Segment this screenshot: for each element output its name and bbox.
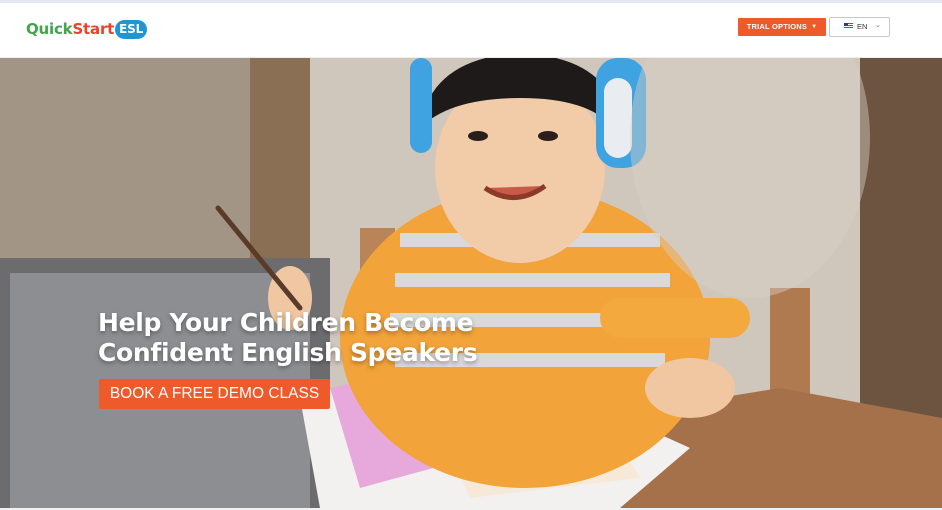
hero-banner: Help Your Children Become Confident Engl… xyxy=(0,58,942,508)
language-selector[interactable]: EN ⌄ xyxy=(829,17,890,37)
logo-start-text: Start xyxy=(72,20,115,38)
quickstart-esl-logo[interactable]: QuickStart ESL xyxy=(26,16,148,42)
logo-esl-badge: ESL xyxy=(115,20,148,39)
hero-photo-child-with-headphones xyxy=(0,58,942,508)
site-header: QuickStart ESL TRIAL OPTIONS ▼ EN ⌄ xyxy=(0,3,942,58)
chevron-down-icon: ⌄ xyxy=(875,22,881,29)
us-flag-icon xyxy=(844,23,853,29)
logo-quick-text: Quick xyxy=(26,20,73,38)
trial-options-label: TRIAL OPTIONS xyxy=(746,22,808,31)
book-free-demo-class-button[interactable]: BOOK A FREE DEMO CLASS xyxy=(99,379,330,409)
hero-title: Help Your Children Become Confident Engl… xyxy=(98,308,478,368)
caret-down-icon: ▼ xyxy=(811,24,818,30)
hero-title-line-2: Confident English Speakers xyxy=(98,338,478,367)
hero-title-line-1: Help Your Children Become xyxy=(98,308,474,337)
language-code: EN xyxy=(857,22,868,31)
trial-options-button[interactable]: TRIAL OPTIONS ▼ xyxy=(738,18,826,36)
